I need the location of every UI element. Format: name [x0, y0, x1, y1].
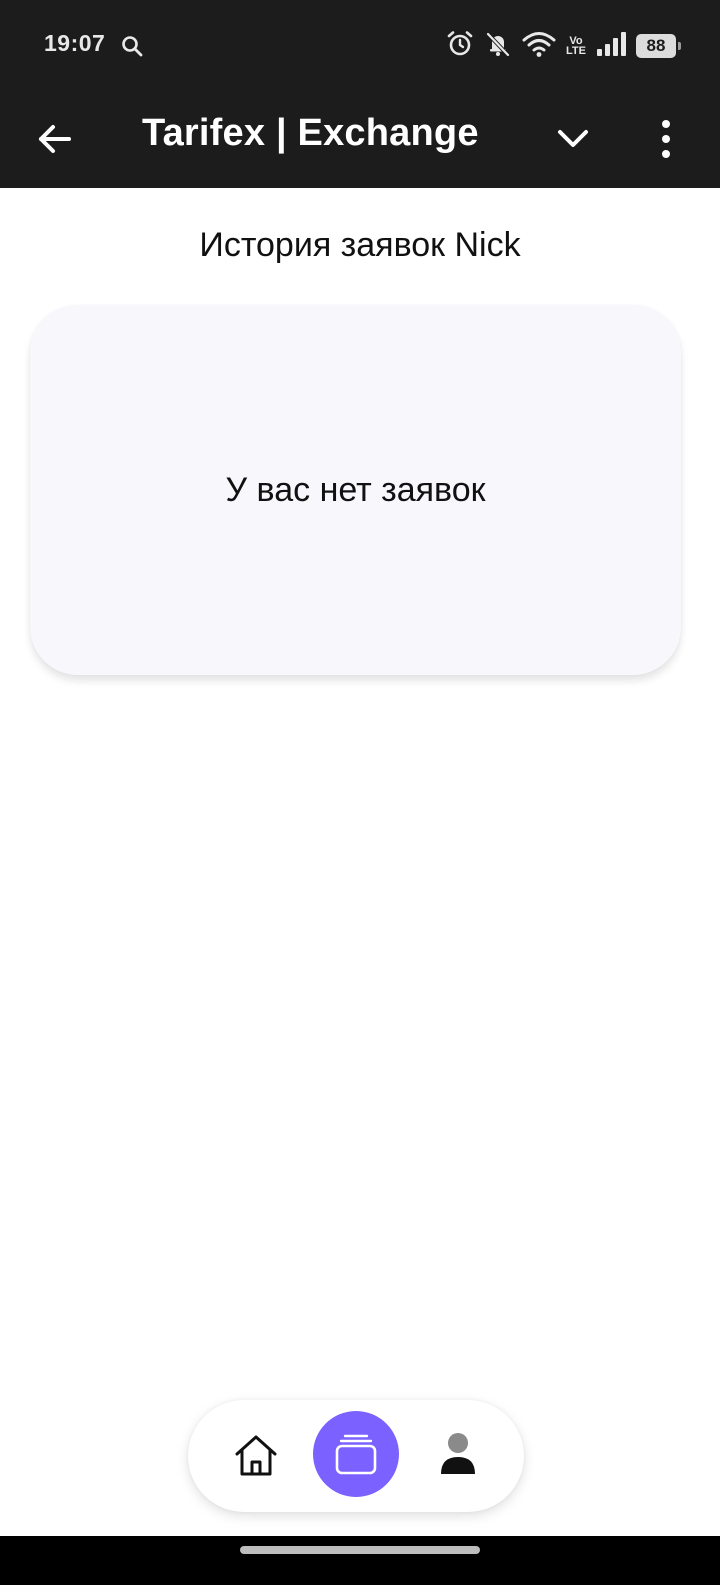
- bell-off-icon: [484, 30, 512, 63]
- bottom-nav: [188, 1400, 524, 1512]
- gesture-handle[interactable]: [240, 1546, 480, 1554]
- more-vertical-icon: [662, 120, 670, 158]
- status-time: 19:07: [44, 30, 106, 56]
- more-menu-button[interactable]: [648, 114, 684, 164]
- status-bar: 19:07 Vo LTE 88: [0, 0, 720, 92]
- status-icons: Vo LTE 88: [446, 30, 681, 63]
- page-title: История заявок Nick: [199, 226, 521, 264]
- home-icon: [235, 1435, 277, 1476]
- nav-orders-button[interactable]: [313, 1411, 399, 1497]
- search-icon: [120, 34, 144, 63]
- signal-icon: [596, 31, 626, 62]
- dropdown-button[interactable]: [548, 114, 598, 164]
- nav-home-button[interactable]: [232, 1432, 280, 1480]
- app-title: Tarifex | Exchange: [142, 112, 479, 154]
- volte-label-bottom: LTE: [566, 45, 586, 57]
- empty-state-card: У вас нет заявок: [30, 305, 681, 675]
- back-arrow-icon: [39, 125, 71, 153]
- empty-state-message: У вас нет заявок: [225, 470, 486, 509]
- screen: 19:07 Vo LTE 88 Tarifex | Exchange Истор…: [0, 0, 720, 1585]
- app-bar: Tarifex | Exchange: [0, 92, 720, 188]
- battery-icon: 88: [636, 34, 681, 58]
- system-nav-bar: [0, 1536, 720, 1585]
- nav-profile-button[interactable]: [436, 1430, 480, 1478]
- chevron-down-icon: [558, 130, 588, 147]
- volte-indicator: Vo LTE: [566, 36, 586, 57]
- orders-icon: [335, 1434, 377, 1475]
- back-button[interactable]: [30, 114, 80, 164]
- wifi-icon: [522, 30, 556, 63]
- alarm-icon: [446, 30, 474, 63]
- profile-icon: [441, 1433, 475, 1474]
